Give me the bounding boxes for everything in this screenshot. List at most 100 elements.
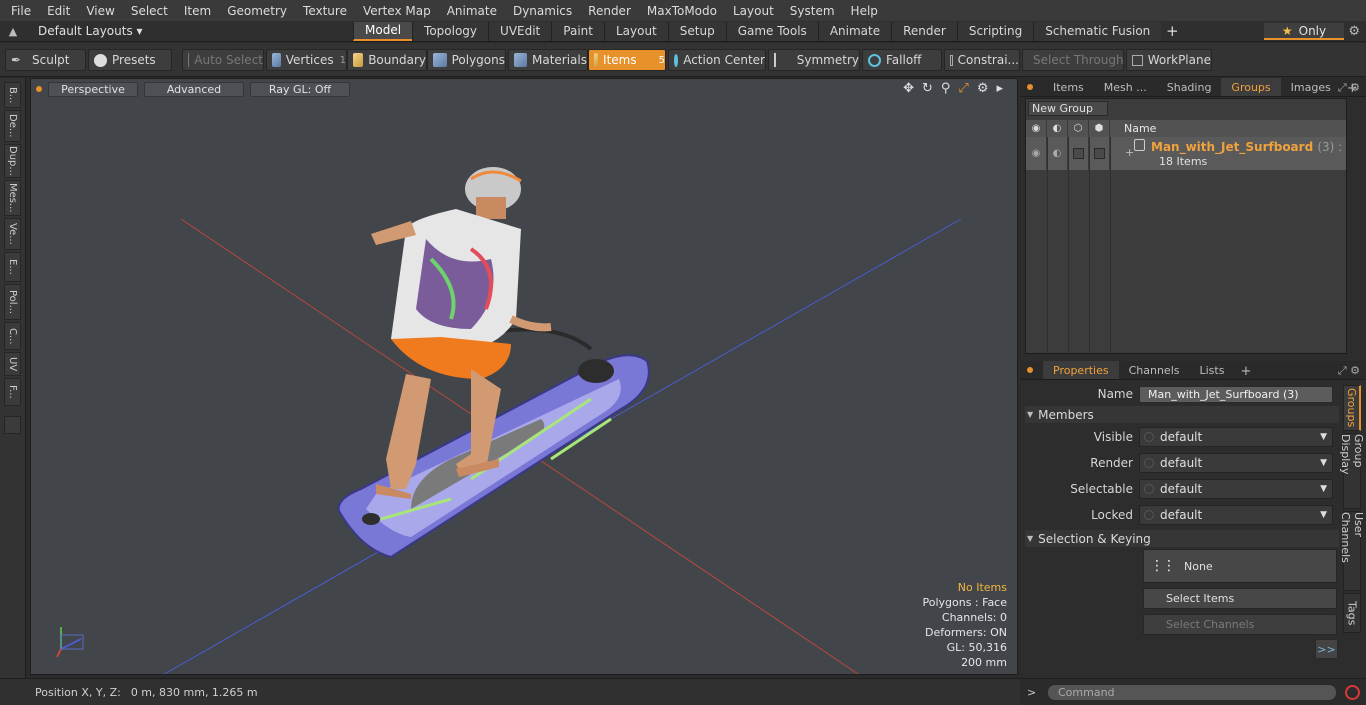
perspective-button[interactable]: Perspective [48, 81, 138, 97]
tab-game-tools[interactable]: Game Tools [725, 21, 818, 41]
tab-lists[interactable]: Lists [1190, 361, 1235, 379]
add-tab-icon[interactable]: + [1161, 22, 1183, 41]
row-lock-checkbox[interactable] [1089, 137, 1110, 170]
expand-arrow-icon[interactable]: ▸ [996, 81, 1003, 96]
properties-menu-dot[interactable] [1027, 367, 1033, 373]
menu-help[interactable]: Help [843, 4, 886, 18]
vtab-group-display[interactable]: Group Display [1339, 433, 1365, 509]
menu-item[interactable]: Item [176, 4, 219, 18]
select-items-button[interactable]: Select Items [1143, 588, 1337, 609]
menu-view[interactable]: View [78, 4, 122, 18]
advanced-button[interactable]: Advanced [144, 81, 244, 97]
tab-channels[interactable]: Channels [1119, 361, 1190, 379]
selection-keying-section[interactable]: ▼ Selection & Keying [1025, 530, 1339, 547]
menu-dynamics[interactable]: Dynamics [505, 4, 580, 18]
properties-corner-icons[interactable]: ⤢ ⚙ [1338, 364, 1360, 378]
render-dropdown[interactable]: default ▼ [1139, 453, 1333, 473]
menu-maxtomodo[interactable]: MaxToModo [639, 4, 725, 18]
record-icon[interactable] [1345, 684, 1360, 700]
menu-render[interactable]: Render [580, 4, 639, 18]
zoom-view-icon[interactable]: ⚲ [941, 81, 951, 96]
command-input[interactable]: Command [1047, 683, 1337, 701]
tab-render[interactable]: Render [891, 21, 957, 41]
menu-geometry[interactable]: Geometry [219, 4, 295, 18]
tab-uvedit[interactable]: UVEdit [488, 21, 552, 41]
only-toggle[interactable]: ★ Only [1264, 23, 1344, 40]
vtab-tags[interactable]: Tags [1343, 593, 1361, 633]
menu-texture[interactable]: Texture [295, 4, 355, 18]
keying-none-button[interactable]: ⋮⋮ None [1143, 549, 1337, 583]
group-name[interactable]: Man_with_Jet_Surfboard (3) : G ... [1151, 140, 1346, 154]
boundary-button[interactable]: Boundary [347, 49, 427, 71]
tab-topology[interactable]: Topology [412, 21, 489, 41]
left-tab-expand[interactable] [4, 416, 21, 434]
left-tab-mesh-edit[interactable]: Mes... [4, 180, 21, 216]
menu-system[interactable]: System [782, 4, 843, 18]
row-render-icon[interactable]: ◐ [1047, 137, 1068, 170]
row-eye-icon[interactable]: ◉ [1026, 137, 1047, 170]
tab-layout[interactable]: Layout [603, 21, 668, 41]
vertices-button[interactable]: Vertices 1 [266, 49, 347, 71]
constraints-button[interactable]: Constrai... [944, 49, 1020, 71]
tab-model[interactable]: Model [353, 21, 413, 41]
menu-vertex-map[interactable]: Vertex Map [355, 4, 439, 18]
members-section[interactable]: ▼ Members [1025, 406, 1339, 423]
vtab-user-channels[interactable]: User Channels [1339, 511, 1365, 591]
select-channels-button[interactable]: Select Channels [1143, 614, 1337, 635]
gear-icon[interactable]: ⚙ [1348, 24, 1360, 39]
panel-menu-dot[interactable] [1027, 84, 1033, 90]
action-center-button[interactable]: Action Center [668, 49, 766, 71]
name-field[interactable]: Man_with_Jet_Surfboard (3) [1139, 385, 1333, 403]
tab-setup[interactable]: Setup [667, 21, 726, 41]
tab-items[interactable]: Items [1043, 78, 1094, 96]
left-tab-deform[interactable]: De... [4, 110, 21, 142]
3d-viewport[interactable]: Perspective Advanced Ray GL: Off ✥ ↻ ⚲ ⤢… [30, 78, 1018, 675]
tab-paint[interactable]: Paint [551, 21, 604, 41]
panel-corner-icons[interactable]: ⤢ ⚙ [1338, 81, 1360, 95]
left-tab-curve[interactable]: C... [4, 322, 21, 350]
menu-layout[interactable]: Layout [725, 4, 782, 18]
tab-shading[interactable]: Shading [1157, 78, 1222, 96]
left-tab-edge[interactable]: E... [4, 252, 21, 282]
vtab-groups[interactable]: Groups [1343, 385, 1361, 431]
rotate-view-icon[interactable]: ↻ [922, 81, 933, 96]
left-tab-uv[interactable]: UV [4, 352, 21, 376]
tab-groups[interactable]: Groups [1221, 78, 1281, 96]
menu-file[interactable]: File [0, 4, 39, 18]
selectable-dropdown[interactable]: default ▼ [1139, 479, 1333, 499]
new-group-button[interactable]: New Group [1028, 101, 1108, 116]
more-button[interactable]: >> [1315, 639, 1338, 659]
polygons-button[interactable]: Polygons [427, 49, 506, 71]
visible-dropdown[interactable]: default ▼ [1139, 427, 1333, 447]
viewport-menu-dot[interactable] [36, 86, 42, 92]
tab-images[interactable]: Images [1281, 78, 1341, 96]
add-properties-tab-icon[interactable]: + [1234, 364, 1257, 379]
left-tab-vertex[interactable]: Ve... [4, 218, 21, 250]
layout-up-icon[interactable]: ▲ [0, 25, 26, 38]
group-row[interactable]: ◉ ◐ + Man_with_Jet_Surfboard (3) : G ...… [1026, 137, 1346, 170]
workplane-button[interactable]: WorkPlane [1126, 49, 1212, 71]
select-through-button[interactable]: Select Through [1022, 49, 1124, 71]
lock-icon[interactable]: ⬢ [1089, 120, 1110, 137]
row-select-checkbox[interactable] [1068, 137, 1089, 170]
render-icon[interactable]: ◐ [1047, 120, 1068, 137]
left-tab-polygon[interactable]: Pol... [4, 284, 21, 320]
tab-mesh[interactable]: Mesh ... [1094, 78, 1157, 96]
left-tab-fusion[interactable]: F... [4, 378, 21, 406]
symmetry-button[interactable]: Symmetry [768, 49, 860, 71]
menu-select[interactable]: Select [123, 4, 176, 18]
left-tab-basic[interactable]: B... [4, 82, 21, 108]
fit-view-icon[interactable]: ⤢ [958, 81, 968, 96]
items-button[interactable]: Items 5 [588, 49, 666, 71]
layout-dropdown[interactable]: Default Layouts ▾ [26, 24, 151, 38]
menu-animate[interactable]: Animate [439, 4, 505, 18]
expand-plus-icon[interactable]: + [1125, 146, 1134, 159]
viewport-settings-icon[interactable]: ⚙ [977, 81, 989, 96]
move-view-icon[interactable]: ✥ [903, 81, 914, 96]
locked-dropdown[interactable]: default ▼ [1139, 505, 1333, 525]
tab-scripting[interactable]: Scripting [956, 21, 1034, 41]
materials-button[interactable]: Materials [508, 49, 588, 71]
left-tab-duplicate[interactable]: Dup... [4, 144, 21, 178]
falloff-button[interactable]: Falloff [862, 49, 942, 71]
sculpt-button[interactable]: ✒ Sculpt [5, 49, 86, 71]
